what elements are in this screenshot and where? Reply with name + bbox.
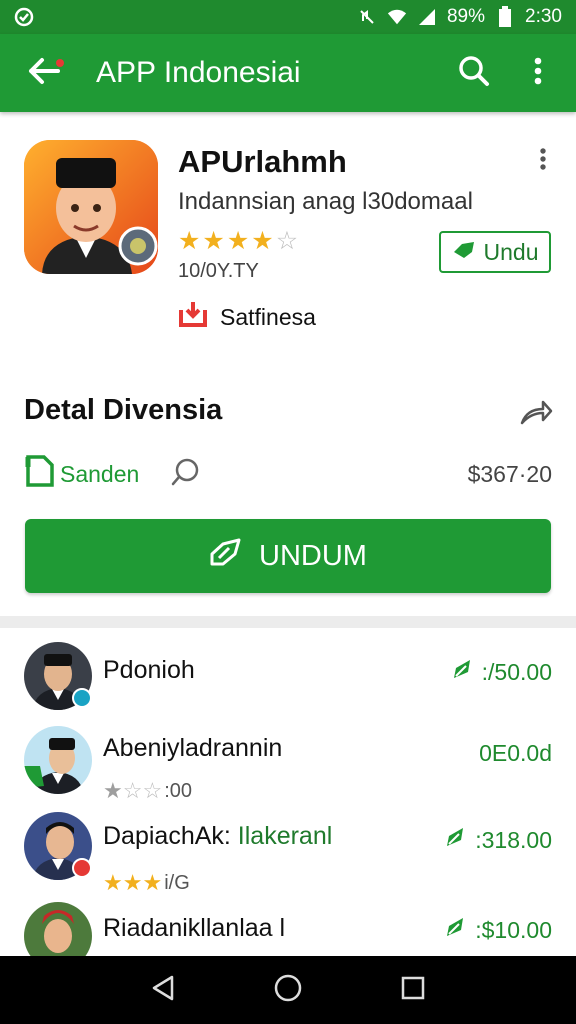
list-item[interactable]: Abeniyladrannin ★ ☆ ☆ :00 0E0.0d: [0, 722, 576, 803]
wifi-icon: [387, 7, 407, 27]
document-icon: [24, 453, 58, 495]
app-icon[interactable]: [24, 140, 158, 274]
app-detail-card: APUrlahmh Indannsiaŋ anag l30domaal ★ ★ …: [0, 118, 576, 616]
battery-icon: [495, 6, 515, 27]
details-price: $367·20: [467, 460, 552, 487]
star-outline-icon: ☆: [122, 778, 143, 803]
download-icon: [452, 239, 476, 266]
nav-back-icon: [150, 974, 176, 1007]
clock: 2:30: [525, 6, 562, 27]
sanden-label: Sanden: [60, 460, 140, 487]
verified-badge-icon: [72, 688, 92, 708]
app-bar: APP Indonesiai: [0, 34, 576, 112]
sanden-link[interactable]: Sanden: [24, 453, 139, 495]
leaf-icon: [445, 826, 467, 854]
main-download-label: UNDUM: [259, 539, 367, 572]
app-subtitle: Indannsiaŋ anag l30domaal: [178, 188, 473, 215]
back-button[interactable]: [14, 43, 74, 103]
star-outline-icon: ☆: [142, 778, 163, 803]
leaf-icon: [445, 916, 467, 944]
search-icon: [458, 55, 490, 92]
avatar: [24, 726, 92, 794]
details-info-row: Sanden $367·20: [24, 454, 552, 494]
chat-button[interactable]: [167, 456, 203, 492]
category-tag[interactable]: Satfinesa: [178, 300, 316, 334]
item-price: 0E0.0d: [479, 740, 552, 766]
card-overflow-button[interactable]: [530, 148, 556, 178]
star-icon: ★: [226, 227, 250, 255]
main-download-button[interactable]: UNDUM: [25, 519, 551, 593]
list-item[interactable]: Pdonioh :/50.00: [0, 638, 576, 718]
item-rating: ★ ★ ★ i/G: [103, 870, 190, 895]
item-name: DapiachAk: Ilakeranl: [103, 822, 333, 850]
star-icon: ★: [178, 227, 201, 255]
item-price: :/50.00: [452, 658, 552, 686]
play-badge-icon: [72, 858, 92, 878]
star-icon: ★: [251, 227, 274, 255]
signal-icon: [417, 7, 437, 27]
star-icon: ★: [142, 870, 163, 895]
item-price: :$10.00: [445, 916, 552, 944]
list-item[interactable]: DapiachAk: Ilakeranl ★ ★ ★ i/G :318.00: [0, 808, 576, 895]
share-icon: [519, 397, 553, 432]
nav-home-icon: [273, 973, 303, 1008]
share-button[interactable]: [516, 394, 556, 434]
more-vert-icon: [534, 57, 542, 90]
nav-recents-button[interactable]: [391, 968, 435, 1012]
star-icon: ★: [122, 870, 143, 895]
item-name: Riadanikllanlaa l: [103, 914, 286, 942]
app-notification-icon: [14, 7, 34, 27]
star-icon: ★: [103, 870, 123, 895]
install-button-small[interactable]: Undu: [439, 231, 551, 273]
download-icon: [209, 536, 243, 576]
section-divider: [0, 616, 576, 628]
notification-dot: [56, 59, 64, 67]
item-price: :318.00: [445, 826, 552, 854]
nav-home-button[interactable]: [266, 968, 310, 1012]
overflow-menu-button[interactable]: [518, 48, 558, 98]
mute-icon: [357, 7, 377, 27]
system-nav-bar: [0, 956, 576, 1024]
star-icon: ★: [202, 227, 225, 255]
status-bar: 89% 2:30: [0, 0, 576, 34]
leaf-icon: [452, 658, 474, 686]
search-button[interactable]: [452, 48, 496, 98]
install-label: Undu: [483, 238, 539, 265]
item-rating: ★ ☆ ☆ :00: [103, 778, 193, 803]
star-outline-icon: ☆: [275, 227, 299, 255]
star-icon: ★: [103, 778, 123, 803]
nav-back-button[interactable]: [141, 968, 185, 1012]
tag-label: Satfinesa: [220, 303, 316, 330]
app-name: APUrlahmh: [178, 144, 347, 179]
download-arrow-icon: [178, 300, 208, 334]
nav-recents-icon: [400, 975, 426, 1006]
app-rating: ★ ★ ★ ★ ☆: [178, 226, 298, 256]
details-title: Detal Divensia: [24, 394, 223, 426]
item-name: Pdonioh: [103, 656, 195, 684]
more-vert-icon: [539, 148, 547, 178]
battery-percent: 89%: [446, 6, 486, 27]
chat-icon: [170, 457, 200, 492]
download-count: 10/0Y.TY: [178, 260, 259, 282]
app-bar-title: APP Indonesiai: [96, 56, 301, 89]
item-name: Abeniyladrannin: [103, 734, 283, 762]
